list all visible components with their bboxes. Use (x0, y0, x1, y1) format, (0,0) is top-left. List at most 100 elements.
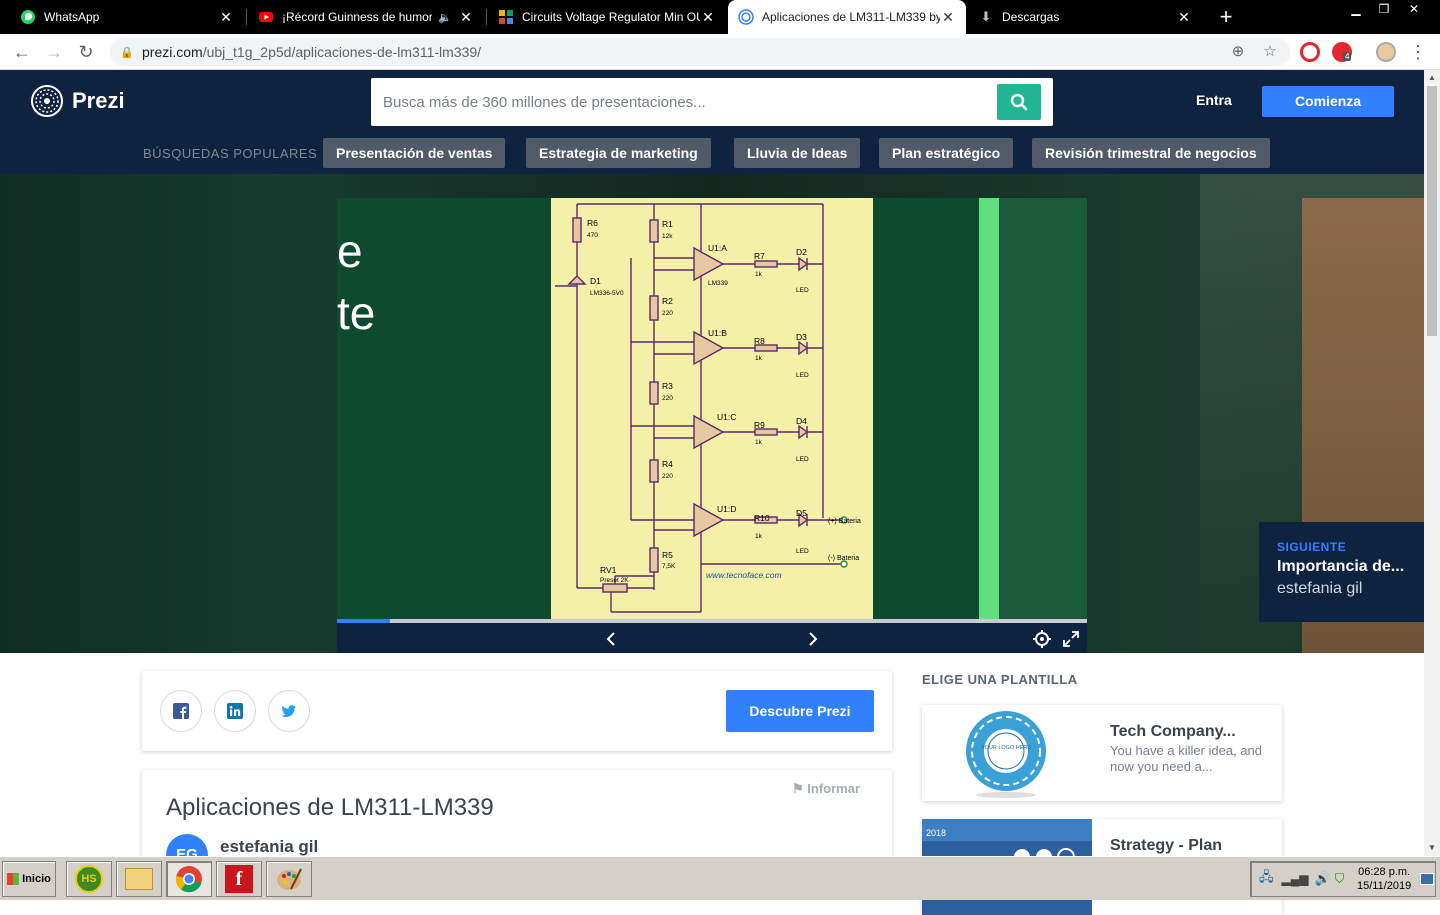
tab-label: Circuits Voltage Regulator Min OUT (522, 10, 700, 24)
get-started-button[interactable]: Comienza (1262, 86, 1394, 117)
extension-badge: 4 (1343, 52, 1352, 61)
label-r9: R9 (754, 420, 765, 430)
scroll-up-arrow-icon[interactable]: ▲ (1424, 70, 1440, 86)
reload-icon[interactable]: ↻ (74, 40, 98, 64)
zoom-icon[interactable]: ⊕ (1228, 42, 1248, 62)
tab-label: ¡Récord Guinness de humor! Un (282, 10, 433, 24)
taskbar-flash-button[interactable]: f (216, 861, 262, 897)
start-label: Inicio (22, 873, 51, 885)
popular-chip[interactable]: Lluvia de Ideas (734, 138, 861, 168)
template-description: You have a killer idea, and now you need… (1110, 743, 1263, 774)
label-r10: R10 (754, 513, 770, 523)
back-arrow-icon[interactable]: ← (10, 40, 34, 64)
label-rv1: RV1 (600, 565, 617, 575)
tab-youtube[interactable]: ¡Récord Guinness de humor! Un 🔈 ✕ (248, 0, 484, 34)
minimize-button[interactable]: ▁ (1342, 0, 1370, 18)
clock-date: 15/11/2019 (1357, 880, 1412, 892)
profile-avatar[interactable] (1376, 42, 1396, 62)
search-icon (1010, 93, 1028, 111)
fullscreen-button[interactable] (1061, 629, 1081, 649)
label-d4: D4 (796, 416, 807, 426)
speaker-icon[interactable]: 🔈 (438, 11, 452, 24)
taskbar-explorer-button[interactable] (116, 861, 162, 897)
popular-chip[interactable]: Presentación de ventas (323, 138, 506, 168)
adblock-extension-icon[interactable] (1300, 42, 1320, 62)
search-button[interactable] (997, 84, 1041, 120)
report-link[interactable]: ⚑ Informar (792, 781, 860, 797)
new-tab-button[interactable]: + (1214, 5, 1238, 29)
tab-prezi-active[interactable]: Aplicaciones de LM311-LM339 by es ✕ (728, 0, 966, 34)
whatsapp-icon (20, 9, 36, 25)
extension-icon[interactable]: 4 (1332, 42, 1352, 62)
settings-button[interactable] (1032, 629, 1052, 649)
label-u1a-value: LM339 (708, 280, 728, 287)
share-linkedin-button[interactable] (214, 690, 256, 732)
share-twitter-button[interactable] (268, 690, 310, 732)
template-card[interactable]: YOUR LOGO HERE Tech Company... You have … (922, 705, 1282, 801)
share-facebook-button[interactable] (160, 690, 202, 732)
close-tab-icon[interactable]: ✕ (218, 9, 234, 26)
popular-chip[interactable]: Estrategia de marketing (526, 138, 711, 168)
next-author: estefania gil (1277, 580, 1363, 597)
network-icon[interactable]: 🖧 (1259, 868, 1274, 890)
circuit-schematic: R6 470 R1 12k D1 LM336-5V0 R2 220 R3 220… (551, 198, 873, 619)
scrollbar-thumb[interactable] (1427, 86, 1437, 336)
brand-name: Prezi (72, 88, 125, 113)
tab-downloads[interactable]: ⬇ Descargas ✕ (968, 0, 1202, 34)
author-name[interactable]: estefania gil (220, 837, 318, 857)
scroll-down-arrow-icon[interactable]: ▼ (1424, 840, 1440, 856)
presentation-slide[interactable]: e te R6 470 R1 12k D1 LM336-5V0 R2 220 R… (337, 198, 1087, 619)
label-r7-value: 1k (755, 271, 763, 278)
bookmark-star-icon[interactable]: ☆ (1260, 42, 1280, 62)
popular-chip[interactable]: Plan estratégico (879, 138, 1014, 168)
forward-arrow-icon[interactable]: → (42, 40, 66, 64)
youtube-icon (258, 9, 274, 25)
popular-chip[interactable]: Revisión trimestral de negocios (1032, 138, 1270, 168)
next-step-button[interactable] (802, 629, 822, 649)
menu-kebab-icon[interactable]: ⋮ (1406, 40, 1430, 64)
circuits-icon (498, 9, 514, 25)
signal-bars-icon[interactable]: ▂▄▆ (1282, 872, 1309, 886)
progress-track[interactable] (337, 619, 1087, 623)
tab-circuits[interactable]: Circuits Voltage Regulator Min OUT ✕ (488, 0, 726, 34)
folder-icon (125, 868, 153, 890)
taskbar-clock[interactable]: 06:28 p.m. 15/11/2019 (1357, 865, 1411, 893)
facebook-icon (173, 703, 189, 719)
taskbar-paint-button[interactable] (266, 861, 312, 897)
close-tab-icon[interactable]: ✕ (940, 9, 956, 26)
close-tab-icon[interactable]: ✕ (700, 9, 716, 26)
tab-label: Aplicaciones de LM311-LM339 by es (762, 10, 940, 24)
restore-button[interactable]: ❐ (1370, 0, 1398, 18)
template-thumbnail: YOUR LOGO HERE (922, 705, 1092, 801)
label-led: LED (796, 287, 809, 294)
close-tab-icon[interactable]: ✕ (1176, 9, 1192, 26)
taskbar-chrome-button[interactable] (166, 861, 212, 897)
template-thumb-text: YOUR LOGO HERE (981, 745, 1031, 751)
security-shield-icon[interactable]: ⛉ (1335, 871, 1345, 887)
close-window-button[interactable]: ✕ (1400, 0, 1428, 18)
label-r1-value: 12k (662, 233, 673, 240)
url-field[interactable]: 🔒 prezi.com/ubj_t1g_2p5d/aplicaciones-de… (110, 38, 1290, 66)
label-d1-value: LM336-5V0 (590, 290, 624, 297)
slide-accent-stripe (979, 198, 999, 619)
presentation-info-card: ⚑ Informar Aplicaciones de LM311-LM339 E… (142, 770, 892, 876)
previous-step-button[interactable] (602, 629, 622, 649)
label-r4: R4 (662, 459, 673, 469)
prezi-logo[interactable]: Prezi (30, 84, 125, 118)
tab-whatsapp[interactable]: WhatsApp ✕ (10, 0, 244, 34)
search-box (371, 78, 1053, 126)
next-presentation-card[interactable]: SIGUIENTE Importancia de... estefania gi… (1259, 522, 1424, 622)
show-desktop-icon[interactable] (1420, 873, 1434, 885)
discover-prezi-button[interactable]: Descubre Prezi (726, 690, 874, 732)
start-button[interactable]: Inicio (2, 861, 56, 897)
page-scrollbar[interactable]: ▲ ▼ (1424, 70, 1440, 856)
close-tab-icon[interactable]: ✕ (458, 9, 474, 26)
taskbar-hs-button[interactable]: HS (66, 861, 112, 897)
volume-icon[interactable]: 🔊 (1314, 871, 1330, 887)
tab-label: WhatsApp (44, 10, 100, 24)
tab-label: Descargas (1002, 10, 1060, 24)
search-input[interactable] (383, 93, 983, 111)
login-link[interactable]: Entra (1196, 92, 1232, 108)
label-r8: R8 (754, 336, 765, 346)
next-title: Importancia de... (1277, 558, 1405, 575)
